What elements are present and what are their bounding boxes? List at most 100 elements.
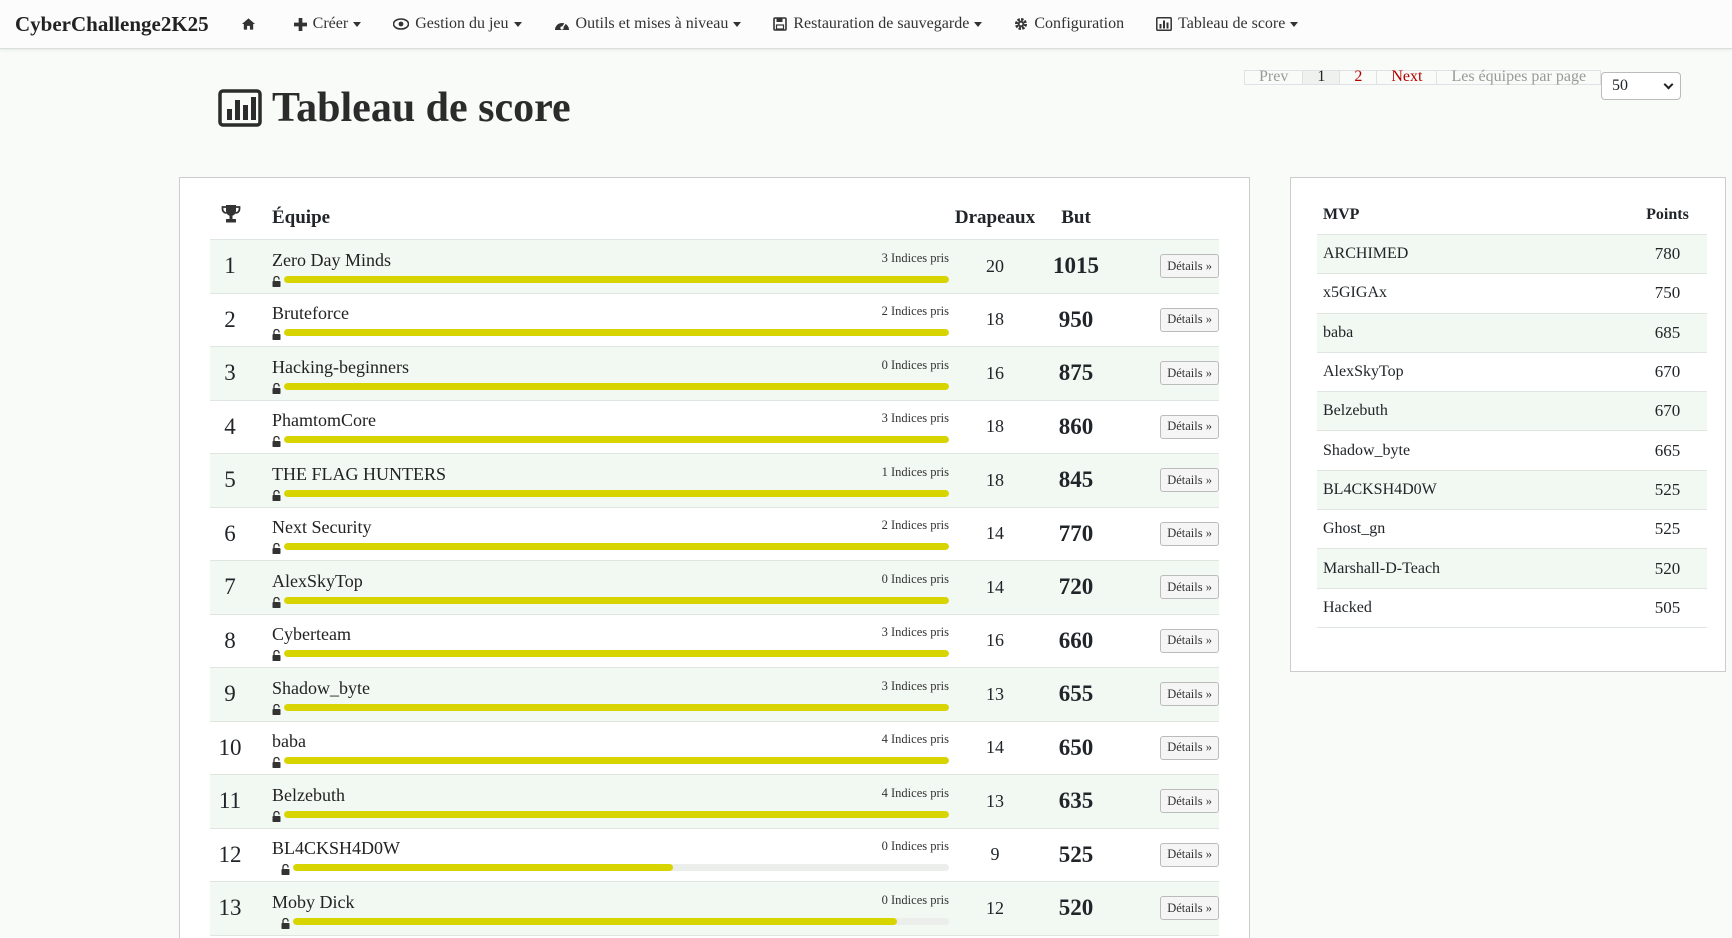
mvp-player-name: BL4CKSH4D0W	[1323, 480, 1437, 498]
trophy-icon	[221, 205, 241, 223]
team-name: Hacking-beginners	[272, 356, 409, 377]
details-button[interactable]: Détails »	[1160, 628, 1219, 653]
hints-taken: 0 Indices pris	[881, 839, 949, 854]
hints-taken: 2 Indices pris	[881, 304, 949, 319]
hints-taken: 0 Indices pris	[881, 357, 949, 372]
team-name: Belzebuth	[272, 784, 345, 805]
nav-backup-restore[interactable]: Restauration de sauvegarde	[773, 15, 983, 33]
table-row: 4 PhamtomCore 3 Indices pris 18 860 Détails »	[210, 400, 1219, 454]
team-score: 655	[1058, 681, 1094, 707]
mvp-player-points: 520	[1654, 558, 1681, 578]
flags-count: 14	[986, 737, 1004, 758]
mvp-row: Marshall-D-Teach 520	[1317, 549, 1707, 589]
mvp-points-header: Points	[1646, 206, 1689, 223]
progress-bar-fill	[284, 436, 949, 444]
team-name: PhamtomCore	[272, 410, 376, 431]
page-title: Tableau de score	[272, 85, 571, 131]
nav-scoreboard[interactable]: Tableau de score	[1156, 15, 1299, 33]
details-button[interactable]: Détails »	[1160, 254, 1219, 279]
team-cell: Shadow_byte 3 Indices pris	[272, 668, 949, 721]
details-button[interactable]: Détails »	[1160, 575, 1219, 600]
pagination-page-2[interactable]: 2	[1339, 69, 1377, 85]
progress-bar	[293, 917, 949, 925]
details-button[interactable]: Détails »	[1160, 361, 1219, 386]
unlock-icon	[272, 648, 281, 666]
home-icon	[241, 18, 255, 30]
scoreboard-header-row: Équipe Drapeaux But	[210, 198, 1219, 240]
caret-down-icon	[974, 21, 983, 27]
pagination-next[interactable]: Next	[1376, 69, 1437, 85]
team-name: Zero Day Minds	[272, 249, 391, 270]
save-icon	[773, 17, 788, 31]
team-name: Next Security	[272, 517, 372, 538]
hints-taken: 2 Indices pris	[881, 518, 949, 533]
nav-configuration[interactable]: Configuration	[1014, 15, 1124, 33]
unlock-icon	[272, 381, 281, 399]
home-link[interactable]	[241, 17, 262, 31]
unlock-icon	[272, 809, 281, 827]
team-rank: 12	[218, 841, 242, 867]
progress-bar	[284, 757, 949, 765]
nav-tools-upgrades-label: Outils et mises à niveau	[575, 15, 729, 32]
pagination-prev[interactable]: Prev	[1244, 69, 1303, 85]
details-button[interactable]: Détails »	[1160, 307, 1219, 332]
team-name: BL4CKSH4D0W	[272, 838, 401, 859]
team-cell: Zero Day Minds 3 Indices pris	[272, 240, 949, 293]
flags-count: 14	[986, 576, 1004, 597]
team-cell: baba 4 Indices pris	[272, 721, 949, 774]
team-score: 520	[1058, 895, 1094, 921]
mvp-header-row: MVP Points	[1317, 196, 1707, 235]
team-score: 770	[1058, 520, 1094, 546]
nav-create-label: Créer	[312, 15, 349, 32]
details-button[interactable]: Détails »	[1160, 842, 1219, 867]
plus-icon	[293, 17, 307, 31]
unlock-icon	[272, 434, 281, 452]
gear-icon	[1015, 18, 1028, 30]
team-rank: 3	[224, 360, 236, 386]
mvp-player-name: Shadow_byte	[1323, 441, 1411, 459]
progress-bar-fill	[293, 864, 674, 872]
nav-backup-restore-label: Restauration de sauvegarde	[793, 15, 970, 32]
team-score: 525	[1058, 841, 1094, 867]
details-button[interactable]: Détails »	[1160, 468, 1219, 493]
nav-game-management[interactable]: Gestion du jeu	[393, 15, 522, 33]
progress-bar-fill	[284, 543, 949, 551]
mvp-player-points: 525	[1654, 479, 1681, 499]
mvp-row: Ghost_gn 525	[1317, 510, 1707, 550]
mvp-player-name: ARCHIMED	[1323, 245, 1409, 263]
team-rank: 10	[218, 734, 242, 760]
progress-bar	[284, 489, 949, 497]
team-rank: 13	[218, 895, 242, 921]
team-score: 1015	[1053, 253, 1099, 279]
mvp-player-name: Hacked	[1323, 598, 1372, 616]
pagination-page-1[interactable]: 1	[1302, 69, 1340, 85]
brand-link[interactable]: CyberChallenge2K25	[15, 12, 209, 37]
team-cell: Belzebuth 4 Indices pris	[272, 775, 949, 828]
nav-create[interactable]: Créer	[293, 15, 362, 33]
details-button[interactable]: Détails »	[1160, 521, 1219, 546]
nav-tools-upgrades[interactable]: Outils et mises à niveau	[554, 15, 742, 33]
hints-taken: 3 Indices pris	[881, 250, 949, 265]
progress-bar-fill	[284, 703, 949, 711]
flags-count: 14	[986, 523, 1004, 544]
unlock-icon	[281, 862, 290, 880]
flags-count: 20	[986, 255, 1004, 276]
team-rank: 6	[224, 520, 236, 546]
table-row: 6 Next Security 2 Indices pris 14 770 Détails…	[210, 508, 1219, 561]
mvp-player-points: 670	[1654, 401, 1681, 421]
details-button[interactable]: Détails »	[1160, 682, 1219, 707]
progress-bar	[284, 329, 949, 337]
eye-icon	[393, 18, 410, 30]
mvp-name-header: MVP	[1323, 206, 1360, 223]
details-button[interactable]: Détails »	[1160, 789, 1219, 814]
details-button[interactable]: Détails »	[1160, 896, 1219, 921]
team-rank: 2	[224, 306, 236, 332]
team-cell: PhamtomCore 3 Indices pris	[272, 400, 949, 453]
progress-bar	[284, 596, 949, 604]
details-button[interactable]: Détails »	[1160, 414, 1219, 439]
caret-down-icon	[733, 21, 742, 27]
per-page-value: 50	[1612, 77, 1628, 94]
details-button[interactable]: Détails »	[1160, 735, 1219, 760]
mvp-row: BL4CKSH4D0W 525	[1317, 470, 1707, 511]
per-page-select[interactable]: 50	[1601, 72, 1681, 100]
